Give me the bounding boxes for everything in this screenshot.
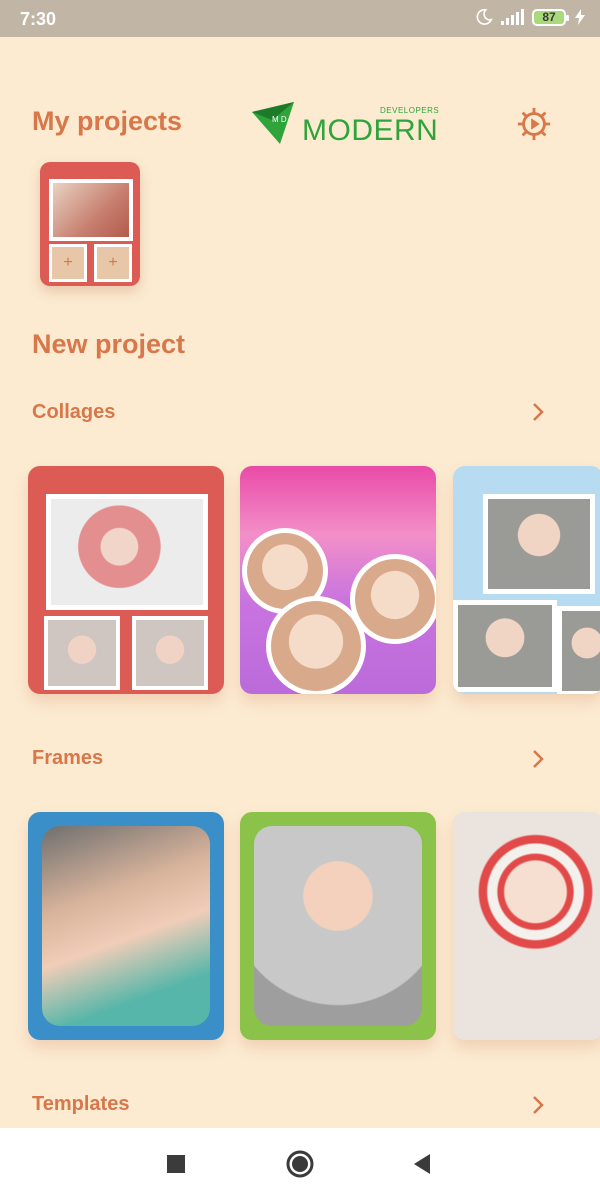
project-photo-frame xyxy=(49,179,133,241)
frame-card[interactable] xyxy=(28,812,224,1040)
square-icon[interactable] xyxy=(166,1154,186,1174)
gear-icon[interactable] xyxy=(515,105,553,143)
frame-card[interactable] xyxy=(453,812,600,1040)
add-photo-icon: + xyxy=(52,247,84,279)
my-projects-title: My projects xyxy=(32,106,183,136)
add-photo-icon: + xyxy=(97,247,129,279)
signal-icon xyxy=(501,9,524,25)
logo-mark-text: M D xyxy=(272,115,287,124)
battery-level: 87 xyxy=(542,10,556,24)
collages-title: Collages xyxy=(32,401,116,423)
status-time: 7:30 xyxy=(20,9,57,29)
collage-card[interactable] xyxy=(28,466,224,694)
collage-card[interactable] xyxy=(240,466,436,694)
photo-slot: + xyxy=(49,244,87,282)
new-project-title: New project xyxy=(32,329,186,359)
logo-mark-icon: M D xyxy=(252,102,294,144)
photo-slot: + xyxy=(94,244,132,282)
chevron-right-icon[interactable] xyxy=(530,749,546,769)
logo-subtext: DEVELOPERS xyxy=(380,106,440,115)
status-bar: 7:30 87 xyxy=(0,0,600,37)
collage-card[interactable] xyxy=(453,466,600,694)
logo-text: MODERN xyxy=(302,114,439,147)
templates-title: Templates xyxy=(32,1093,130,1115)
system-nav-bar xyxy=(0,1128,600,1200)
app-logo: M D MODERN DEVELOPERS xyxy=(250,100,446,150)
circle-icon[interactable] xyxy=(285,1149,315,1179)
project-thumbnail[interactable]: + + xyxy=(40,162,140,286)
chevron-right-icon[interactable] xyxy=(530,1095,546,1115)
back-triangle-icon[interactable] xyxy=(412,1153,432,1175)
battery-icon: 87 xyxy=(532,8,569,26)
chevron-right-icon[interactable] xyxy=(530,402,546,422)
frames-title: Frames xyxy=(32,747,104,769)
moon-icon xyxy=(476,8,493,25)
charging-icon xyxy=(575,9,585,25)
frame-card[interactable] xyxy=(240,812,436,1040)
